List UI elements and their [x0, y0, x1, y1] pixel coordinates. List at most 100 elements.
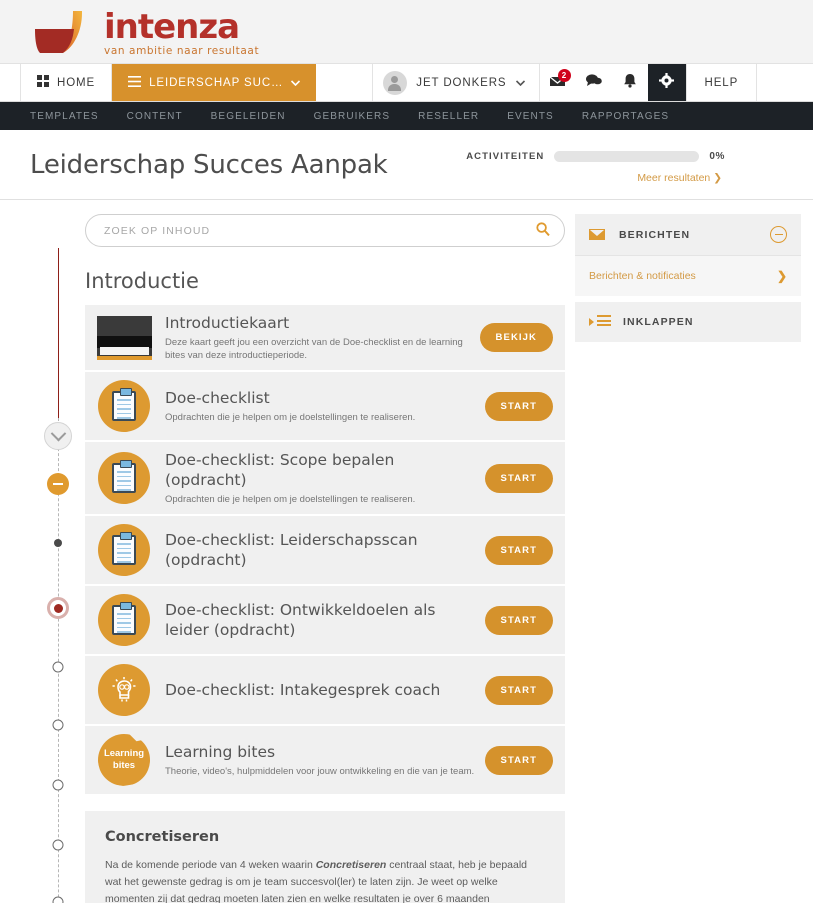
- activities-progress: ACTIVITEITEN 0%: [466, 151, 725, 162]
- avatar: [383, 70, 408, 95]
- card-action-button[interactable]: START: [484, 535, 553, 565]
- nav-help-label: HELP: [704, 76, 739, 89]
- card-thumbnail: [85, 594, 163, 646]
- course-card[interactable]: Doe-checklist: Intakegesprek coach START: [85, 656, 565, 724]
- ring-icon: [52, 719, 64, 731]
- course-card[interactable]: Doe-checklist: Leiderschapsscan (opdrach…: [85, 516, 565, 584]
- nav-home-button[interactable]: HOME: [20, 64, 113, 101]
- timeline-node-introductie[interactable]: [47, 473, 69, 495]
- nav-home-label: HOME: [57, 76, 96, 89]
- learning-bites-icon: Learning bites: [98, 734, 150, 786]
- search-icon[interactable]: [536, 221, 550, 240]
- card-title: Doe-checklist: Scope bepalen (opdracht): [165, 451, 395, 489]
- card-description: Deze kaart geeft jou een overzicht van d…: [165, 337, 463, 361]
- card-text: Doe-checklist Opdrachten die je helpen o…: [163, 388, 485, 424]
- timeline-node-card-4[interactable]: [52, 719, 64, 731]
- nav-notifications-button[interactable]: [612, 64, 648, 101]
- nav-help-button[interactable]: HELP: [685, 64, 758, 101]
- ring-icon: [52, 779, 64, 791]
- course-card[interactable]: Introductiekaart Deze kaart geeft jou ee…: [85, 305, 565, 370]
- grid-icon: [37, 75, 49, 90]
- learning-bites-line1: Learning: [103, 748, 145, 759]
- bell-icon: [623, 73, 637, 93]
- messages-notifications-label: Berichten & notificaties: [589, 270, 696, 282]
- collapse-panel-button[interactable]: INKLAPPEN: [575, 302, 801, 342]
- intenza-logo[interactable]: intenza van ambitie naar resultaat: [30, 9, 260, 57]
- subnav-item-content[interactable]: CONTENT: [127, 111, 183, 122]
- minus-icon[interactable]: [47, 473, 69, 495]
- brain-idea-icon: [98, 664, 150, 716]
- search-bar[interactable]: [85, 214, 565, 247]
- section-title: Introductie: [85, 269, 199, 293]
- timeline-node-card-2-current[interactable]: [47, 597, 69, 619]
- card-action-button[interactable]: START: [484, 745, 553, 775]
- chevron-down-icon[interactable]: [44, 422, 72, 450]
- card-action-button[interactable]: START: [484, 675, 553, 705]
- introductiekaart-thumbnail-icon: [96, 315, 152, 360]
- dot-icon: [54, 539, 62, 547]
- learning-bites-line2: bites: [112, 760, 136, 771]
- logo-tagline: van ambitie naar resultaat: [104, 44, 260, 57]
- card-thumbnail: [85, 664, 163, 716]
- card-description: Theorie, video's, hulpmiddelen voor jouw…: [165, 766, 475, 777]
- nav-course-button[interactable]: LEIDERSCHAP SUC…: [112, 64, 317, 101]
- chevron-right-icon: ❯: [776, 269, 787, 283]
- timeline-rail: [58, 214, 59, 903]
- course-card[interactable]: Doe-checklist: Ontwikkeldoelen als leide…: [85, 586, 565, 654]
- timeline-node-card-1[interactable]: [54, 539, 62, 547]
- nav-chat-button[interactable]: [576, 64, 612, 101]
- subnav-item-begeleiden[interactable]: BEGELEIDEN: [211, 111, 286, 122]
- timeline-node-card-6[interactable]: [52, 839, 64, 851]
- card-thumbnail: [85, 452, 163, 504]
- info-block-title: Concretiseren: [105, 829, 220, 845]
- messages-notifications-row[interactable]: Berichten & notificaties ❯: [575, 256, 801, 296]
- sub-navigation: TEMPLATES CONTENT BEGELEIDEN GEBRUIKERS …: [0, 102, 813, 130]
- course-card[interactable]: Doe-checklist: Scope bepalen (opdracht) …: [85, 442, 565, 514]
- card-text: Introductiekaart Deze kaart geeft jou ee…: [163, 313, 480, 362]
- main-navigation: HOME LEIDERSCHAP SUC… JET DONKERS 2 HELP: [0, 64, 813, 102]
- card-action-button[interactable]: START: [484, 463, 553, 493]
- card-action-button[interactable]: BEKIJK: [479, 323, 553, 352]
- timeline-node-card-5[interactable]: [52, 779, 64, 791]
- subnav-item-rapportages[interactable]: RAPPORTAGES: [582, 111, 669, 122]
- card-text: Doe-checklist: Scope bepalen (opdracht) …: [163, 450, 485, 506]
- subnav-item-reseller[interactable]: RESELLER: [418, 111, 479, 122]
- hamburger-icon: [128, 75, 142, 90]
- collapse-minus-icon[interactable]: [770, 226, 787, 243]
- nav-user-menu[interactable]: JET DONKERS: [373, 64, 540, 101]
- timeline-node-card-3[interactable]: [52, 661, 64, 673]
- ring-icon: [52, 661, 64, 673]
- logo-bar: intenza van ambitie naar resultaat: [0, 0, 813, 64]
- subnav-item-templates[interactable]: TEMPLATES: [30, 111, 99, 122]
- card-thumbnail: [85, 380, 163, 432]
- subnav-item-events[interactable]: EVENTS: [507, 111, 554, 122]
- search-input[interactable]: [104, 224, 536, 237]
- card-text: Doe-checklist: Leiderschapsscan (opdrach…: [163, 530, 485, 570]
- card-text: Doe-checklist: Ontwikkeldoelen als leide…: [163, 600, 485, 640]
- messages-panel-header[interactable]: BERICHTEN: [575, 214, 801, 256]
- nav-messages-button[interactable]: 2: [540, 64, 576, 101]
- course-content-column: Introductie Introductiekaart Deze kaart …: [0, 214, 575, 903]
- card-text: Learning bites Theorie, video's, hulpmid…: [163, 742, 485, 778]
- subnav-item-gebruikers[interactable]: GEBRUIKERS: [314, 111, 391, 122]
- gear-icon: [659, 72, 675, 93]
- progress-bar: [554, 151, 700, 162]
- messages-panel-title: BERICHTEN: [619, 228, 691, 241]
- card-action-button[interactable]: START: [484, 605, 553, 635]
- card-thumbnail: [85, 524, 163, 576]
- info-block-body: Na de komende periode van 4 weken waarin…: [105, 857, 545, 903]
- course-card[interactable]: Doe-checklist Opdrachten die je helpen o…: [85, 372, 565, 440]
- timeline-collapse-toggle[interactable]: [44, 422, 72, 450]
- section-introductie: Introductie Introductiekaart Deze kaart …: [85, 269, 565, 903]
- messages-badge: 2: [557, 69, 571, 82]
- card-title: Learning bites: [165, 743, 276, 761]
- collapse-list-icon: [589, 315, 611, 329]
- card-action-button[interactable]: START: [484, 391, 553, 421]
- more-results-link[interactable]: Meer resultaten ❯: [637, 172, 722, 184]
- timeline-node-card-7[interactable]: [52, 896, 64, 903]
- page-title: Leiderschap Succes Aanpak: [30, 150, 388, 180]
- collapse-panel-label: INKLAPPEN: [623, 316, 694, 328]
- chat-bubble-icon: [585, 73, 602, 92]
- course-card[interactable]: Learning bites Learning bites Theorie, v…: [85, 726, 565, 794]
- nav-settings-button[interactable]: [647, 64, 686, 101]
